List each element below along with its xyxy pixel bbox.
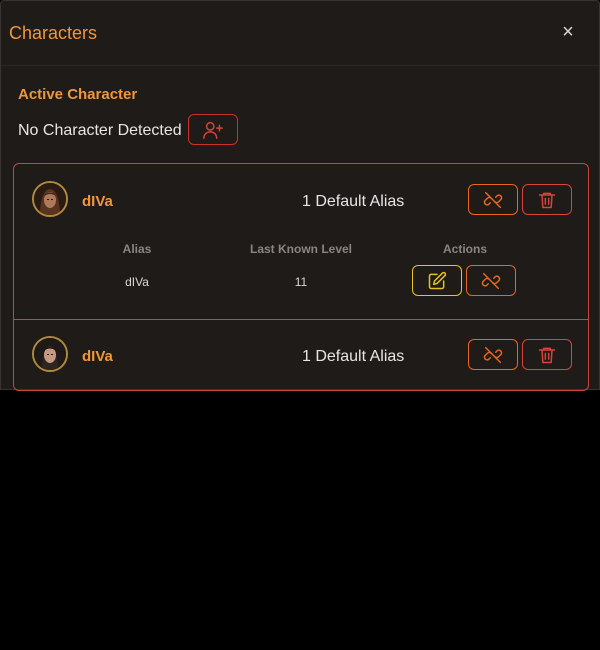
unlink-icon bbox=[483, 191, 503, 208]
edit-icon bbox=[428, 271, 447, 289]
window-title: Characters bbox=[9, 23, 98, 43]
alias-cell: dIVa bbox=[125, 275, 149, 289]
active-character-heading: Active Character bbox=[18, 86, 138, 103]
actions-column-header: Actions bbox=[442, 242, 487, 256]
close-icon: × bbox=[562, 21, 574, 43]
level-column-header: Last Known Level bbox=[249, 242, 353, 256]
edit-alias-button[interactable] bbox=[412, 265, 462, 296]
characters-window: Characters × Active Character No Charact… bbox=[0, 0, 600, 391]
unlink-alias-button[interactable] bbox=[466, 265, 516, 296]
character-avatar bbox=[32, 181, 68, 217]
alias-count: 1 Default Alias bbox=[302, 193, 405, 210]
add-user-icon bbox=[203, 121, 223, 139]
trash-icon bbox=[538, 347, 556, 363]
alias-column-header: Alias bbox=[122, 242, 152, 256]
unlink-icon bbox=[483, 346, 503, 363]
character-avatar bbox=[32, 336, 68, 372]
unlink-character-button[interactable] bbox=[468, 184, 518, 215]
level-cell: 11 bbox=[294, 275, 308, 289]
portrait-image bbox=[34, 338, 66, 370]
unlink-character-button[interactable] bbox=[468, 339, 518, 370]
title-bar: Characters × bbox=[1, 1, 599, 66]
trash-icon bbox=[538, 192, 556, 208]
row-divider bbox=[14, 319, 588, 320]
alias-count: 1 Default Alias bbox=[302, 348, 405, 365]
delete-character-button[interactable] bbox=[522, 339, 572, 370]
character-name: dIVa bbox=[82, 348, 113, 365]
unlink-icon bbox=[481, 272, 501, 289]
character-list: dIVa 1 Default Alias Alias Last Known Le… bbox=[13, 163, 589, 391]
add-character-button[interactable] bbox=[188, 114, 238, 145]
portrait-image bbox=[34, 183, 66, 215]
delete-character-button[interactable] bbox=[522, 184, 572, 215]
character-name: dIVa bbox=[82, 193, 113, 210]
close-button[interactable]: × bbox=[557, 21, 579, 43]
active-character-status: No Character Detected bbox=[18, 122, 182, 139]
